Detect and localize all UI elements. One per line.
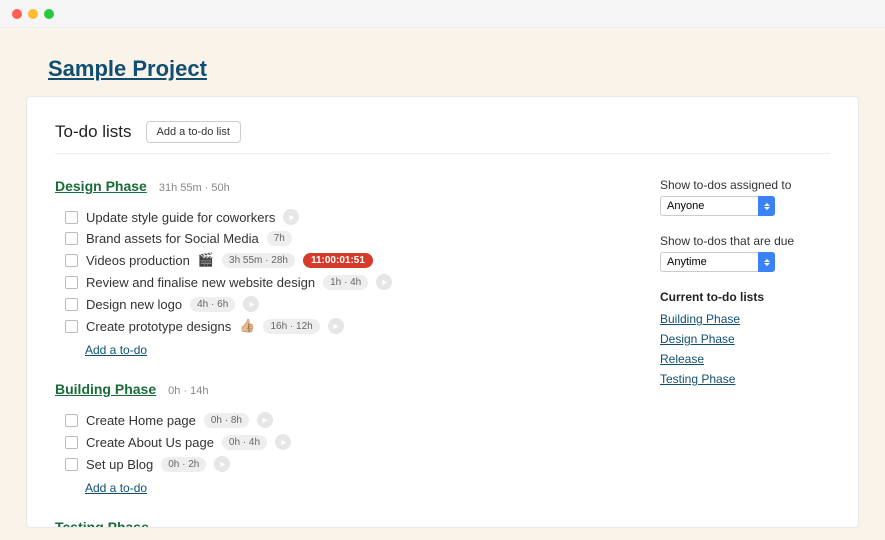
todo-row: Brand assets for Social Media 7h [55,228,620,249]
project-title-link[interactable]: Sample Project [48,56,207,81]
todo-label[interactable]: Create About Us page [86,435,214,450]
add-todo-link[interactable]: Add a to-do [85,343,147,357]
todo-time-pill: 16h · 12h [263,319,319,334]
sidebar-list-link[interactable]: Release [660,352,830,366]
list-title-link[interactable]: Design Phase [55,178,147,194]
list-title-row: Design Phase 31h 55m · 50h [55,178,620,194]
window-chrome [0,0,885,28]
list-meta: 31h 55m · 50h [159,182,230,194]
app-background: Sample Project To-do lists Add a to-do l… [0,28,885,528]
todo-checkbox[interactable] [65,254,78,267]
todo-time-pill: 1h · 4h [323,275,368,290]
content-columns: Design Phase 31h 55m · 50h Update style gu… [55,178,830,528]
todo-label[interactable]: Design new logo [86,297,182,312]
todo-row: Set up Blog 0h · 2h [55,453,620,475]
todo-checkbox[interactable] [65,276,78,289]
todo-row: Create About Us page 0h · 4h [55,431,620,453]
play-icon[interactable] [214,456,230,472]
sidebar-list-link[interactable]: Design Phase [660,332,830,346]
todo-time-pill: 0h · 2h [161,457,206,472]
panel-header: To-do lists Add a to-do list [55,121,830,154]
add-todo-link[interactable]: Add a to-do [85,481,147,495]
play-icon[interactable] [275,434,291,450]
sidebar-links-heading: Current to-do lists [660,290,830,304]
todo-time-pill: 0h · 4h [222,435,267,450]
todo-checkbox[interactable] [65,320,78,333]
todo-label[interactable]: Create prototype designs [86,319,231,334]
todo-checkbox[interactable] [65,414,78,427]
filter-assigned-select-wrap [660,196,830,216]
todo-row: Videos production 🎬 3h 55m · 28h 11:00:01:5… [55,249,620,271]
sidebar: Show to-dos assigned to Show to-dos that… [660,178,830,528]
todo-label[interactable]: Set up Blog [86,457,153,472]
play-icon[interactable] [376,274,392,290]
breadcrumb: Sample Project [26,56,859,96]
todo-time-pill: 4h · 6h [190,297,235,312]
todo-checkbox[interactable] [65,211,78,224]
todo-row: Create Home page 0h · 8h [55,409,620,431]
sidebar-list-link[interactable]: Building Phase [660,312,830,326]
add-list-button[interactable]: Add a to-do list [146,121,241,143]
todo-row: Update style guide for coworkers [55,206,620,228]
filter-due-select-wrap [660,252,830,272]
lists-column: Design Phase 31h 55m · 50h Update style gu… [55,178,620,528]
select-stepper-icon[interactable] [758,196,775,216]
main-panel: To-do lists Add a to-do list Design Phas… [26,96,859,528]
todo-running-timer[interactable]: 11:00:01:51 [303,253,373,268]
play-icon[interactable] [243,296,259,312]
sidebar-list-link[interactable]: Testing Phase [660,372,830,386]
todo-row: Create prototype designs 👍🏼 16h · 12h [55,315,620,337]
list-block: Building Phase 0h · 14h Create Home page 0h… [55,381,620,497]
minimize-dot[interactable] [28,9,38,19]
select-stepper-icon[interactable] [758,252,775,272]
todo-emoji: 🎬 [198,252,214,268]
todo-time-pill: 7h [267,231,292,246]
todo-emoji: 👍🏼 [239,318,255,334]
todo-time-pill: 3h 55m · 28h [222,253,295,268]
todo-label[interactable]: Review and finalise new website design [86,275,315,290]
close-dot[interactable] [12,9,22,19]
filter-assigned-label: Show to-dos assigned to [660,178,830,192]
zoom-dot[interactable] [44,9,54,19]
list-title-link[interactable]: Building Phase [55,381,156,397]
todo-row: Design new logo 4h · 6h [55,293,620,315]
play-icon[interactable] [328,318,344,334]
list-meta: 0h · 14h [168,385,208,397]
todo-label[interactable]: Create Home page [86,413,196,428]
todo-label[interactable]: Videos production [86,253,190,268]
todo-checkbox[interactable] [65,298,78,311]
list-block: Design Phase 31h 55m · 50h Update style gu… [55,178,620,359]
list-title-row: Testing Phase [55,519,620,528]
todo-checkbox[interactable] [65,232,78,245]
list-title-row: Building Phase 0h · 14h [55,381,620,397]
list-block: Testing Phase [55,519,620,528]
todo-checkbox[interactable] [65,458,78,471]
todo-time-pill: 0h · 8h [204,413,249,428]
filter-due-label: Show to-dos that are due [660,234,830,248]
list-title-link[interactable]: Testing Phase [55,519,149,528]
play-icon[interactable] [283,209,299,225]
todo-checkbox[interactable] [65,436,78,449]
section-title: To-do lists [55,122,132,142]
todo-label[interactable]: Brand assets for Social Media [86,231,259,246]
todo-label[interactable]: Update style guide for coworkers [86,210,275,225]
play-icon[interactable] [257,412,273,428]
todo-row: Review and finalise new website design 1h… [55,271,620,293]
